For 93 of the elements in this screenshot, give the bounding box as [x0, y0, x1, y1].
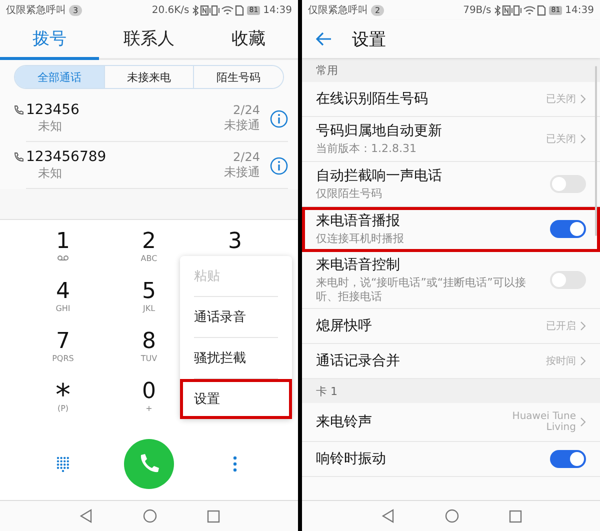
recents-icon[interactable] — [206, 510, 220, 522]
recents-icon[interactable] — [508, 510, 522, 522]
carrier-text: 仅限紧急呼叫 — [6, 4, 66, 17]
call-location: 未知 — [38, 118, 63, 135]
key-letters: GHI — [56, 304, 70, 313]
key-digit: 3 — [228, 230, 242, 254]
call-date: 2/24 — [233, 103, 260, 117]
call-status: 未接通 — [224, 117, 260, 134]
settings-row[interactable]: 来电语音播报 仅连接耳机时播报 — [302, 207, 600, 252]
info-icon[interactable] — [270, 156, 288, 174]
clock-time: 14:39 — [263, 4, 292, 16]
key-digit: * — [56, 380, 70, 404]
dial-key[interactable]: 7 PQRS — [20, 328, 106, 378]
carrier-text: 仅限紧急呼叫 — [308, 4, 368, 17]
dial-key[interactable]: *(P) — [20, 378, 106, 428]
chevron-icon — [580, 94, 586, 104]
dial-key[interactable]: 1 — [20, 228, 106, 278]
tab[interactable]: 收藏 — [198, 20, 298, 60]
setting-title: 在线识别陌生号码 — [316, 90, 429, 108]
settings-row[interactable]: 来电铃声 Huawei Tune Living — [302, 403, 600, 442]
settings-row[interactable]: 自动拦截响一声电话 仅限陌生号码 — [302, 162, 600, 207]
network-speed: 79B/s — [463, 4, 492, 16]
toggle-switch[interactable] — [550, 175, 586, 193]
home-icon[interactable] — [142, 509, 156, 523]
key-digit: 8 — [142, 330, 156, 354]
key-digit: 7 — [56, 330, 70, 354]
toggle-switch[interactable] — [550, 220, 586, 238]
key-digit: 4 — [56, 280, 70, 304]
key-letters: TUV — [140, 354, 158, 363]
key-digit: 5 — [142, 280, 156, 304]
page-title: 设置 — [352, 28, 386, 50]
key-letters: PQRS — [52, 354, 74, 363]
info-icon[interactable] — [270, 110, 288, 128]
back-arrow-icon[interactable] — [316, 32, 332, 46]
phone-number: 123456 — [26, 102, 80, 118]
setting-title: 熄屏快呼 — [316, 317, 373, 335]
setting-title: 来电铃声 — [316, 413, 373, 431]
tab[interactable]: 联系人 — [99, 20, 199, 60]
voicemail-icon — [57, 254, 69, 262]
dialpad-icon[interactable] — [56, 456, 70, 472]
setting-description: 来电时，说“接听电话”或“挂断电话”可以接听、拒接电话 — [316, 276, 527, 304]
chevron-icon — [580, 321, 586, 331]
key-letters: + — [146, 404, 152, 413]
setting-title: 响铃时振动 — [316, 450, 387, 468]
setting-description: 仅限陌生号码 — [316, 187, 383, 201]
back-icon[interactable] — [78, 509, 92, 523]
clock-time: 14:39 — [565, 4, 594, 16]
setting-title: 号码归属地自动更新 — [316, 122, 443, 140]
key-letters: ABC — [140, 254, 158, 263]
chevron-icon — [580, 417, 586, 427]
key-digit: 0 — [142, 380, 156, 404]
status-icons-drawing — [192, 4, 244, 16]
setting-title: 来电语音播报 — [316, 212, 401, 230]
chevron-icon — [580, 356, 586, 366]
notification-count: 2 — [371, 4, 384, 16]
network-speed: 20.6K/s — [152, 4, 190, 16]
toggle-switch[interactable] — [550, 450, 586, 468]
setting-description: 当前版本：1.2.8.31 — [316, 142, 418, 156]
call-location: 未知 — [38, 165, 63, 182]
setting-title: 自动拦截响一声电话 — [316, 167, 443, 185]
settings-row[interactable]: 响铃时振动 — [302, 442, 600, 477]
call-button[interactable] — [124, 439, 174, 489]
back-icon[interactable] — [380, 509, 394, 523]
settings-row[interactable]: 熄屏快呼 已开启 — [302, 309, 600, 344]
tab[interactable]: 拨号 — [0, 20, 100, 60]
home-icon[interactable] — [444, 509, 458, 523]
filter-tab[interactable]: 陌生号码 — [193, 66, 283, 88]
key-digit: 2 — [142, 230, 156, 254]
phone-number: 123456789 — [26, 149, 108, 165]
chevron-icon — [580, 134, 586, 144]
key-letters: (P) — [57, 404, 69, 413]
notification-count: 3 — [69, 4, 82, 16]
setting-value: 按时间 — [546, 354, 576, 368]
section-header: 常用 — [302, 58, 600, 82]
status-icons-drawing — [494, 4, 546, 16]
call-icon — [14, 105, 24, 115]
key-letters: JKL — [142, 304, 156, 313]
more-icon[interactable] — [233, 456, 237, 472]
section-header: 卡 1 — [302, 379, 600, 403]
setting-value: 已关闭 — [546, 92, 576, 106]
dial-key[interactable]: 4 GHI — [20, 278, 106, 328]
setting-value: 已开启 — [546, 320, 576, 333]
toggle-switch[interactable] — [550, 271, 586, 289]
setting-description: 仅连接耳机时播报 — [316, 232, 405, 246]
setting-value: Huawei Tune Living — [511, 411, 576, 433]
setting-title: 通话记录合并 — [316, 352, 401, 370]
call-icon — [14, 152, 24, 162]
settings-row[interactable]: 来电语音控制 来电时，说“接听电话”或“挂断电话”可以接听、拒接电话 — [302, 252, 600, 309]
setting-title: 来电语音控制 — [316, 256, 401, 274]
call-date: 2/24 — [233, 150, 260, 164]
setting-value: 已关闭 — [546, 132, 576, 146]
call-status: 未接通 — [224, 164, 260, 181]
key-digit: 1 — [56, 230, 70, 254]
